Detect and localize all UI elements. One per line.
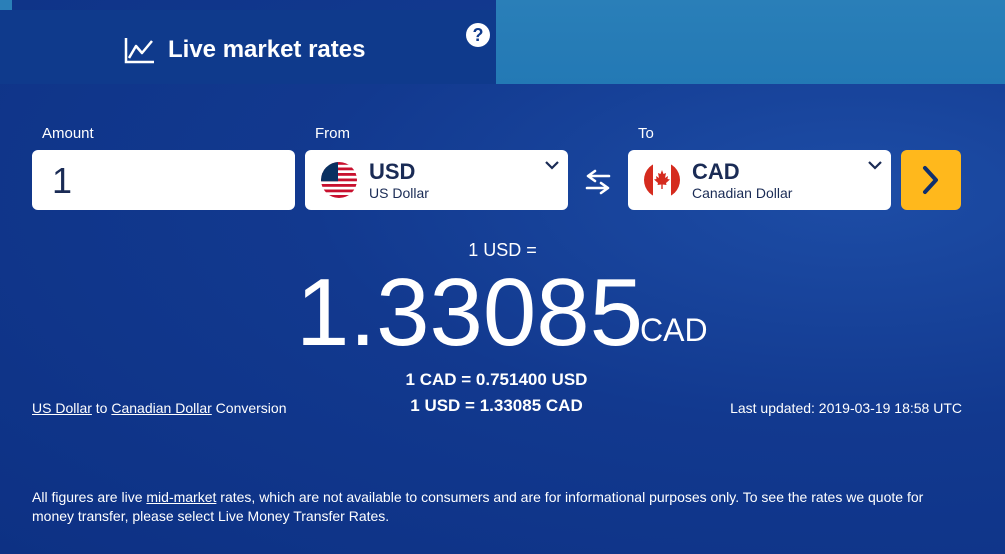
chevron-down-icon [868,161,882,170]
to-label: To [638,125,654,142]
inverse-rate-line: 1 CAD = 0.751400 USD [405,370,588,389]
help-icon[interactable]: ? [466,23,490,47]
amount-label: Amount [42,125,94,142]
converted-rate-unit: CAD [640,312,708,348]
swap-currencies-icon[interactable] [583,168,613,196]
from-currency-link[interactable]: US Dollar [32,400,92,416]
tab-title-label: Live market rates [168,36,366,63]
disclaimer-text: All figures are live mid-market rates, w… [32,488,962,526]
amount-input[interactable]: 1 [32,150,295,210]
to-currency-link[interactable]: Canadian Dollar [111,400,211,416]
from-currency-code: USD [369,159,416,184]
tab-title[interactable]: Live market rates [124,34,365,66]
convert-button[interactable] [901,150,961,210]
from-label: From [315,125,350,142]
from-currency-select[interactable]: USD US Dollar [305,150,568,210]
disclaimer-prefix: All figures are live [32,489,147,505]
chevron-down-icon [545,161,559,170]
conversion-link-suffix: Conversion [211,400,287,416]
conversion-page-link: US Dollar to Canadian Dollar Conversion [32,400,286,416]
canada-flag-icon [644,162,680,198]
to-currency-code: CAD [692,159,740,184]
from-currency-name: US Dollar [369,185,429,201]
last-updated-timestamp: Last updated: 2019-03-19 18:58 UTC [730,400,962,416]
to-currency-name: Canadian Dollar [692,185,793,201]
tab-bar-inactive-area [496,0,1005,84]
conversion-link-to: to [91,400,112,416]
to-currency-select[interactable]: CAD Canadian Dollar [628,150,891,210]
amount-value: 1 [52,160,73,201]
us-flag-icon [321,162,357,198]
converted-rate-value: 1.33085 [296,259,644,366]
chevron-right-icon [923,166,938,194]
line-chart-icon [124,38,154,64]
mid-market-link[interactable]: mid-market [146,489,216,505]
